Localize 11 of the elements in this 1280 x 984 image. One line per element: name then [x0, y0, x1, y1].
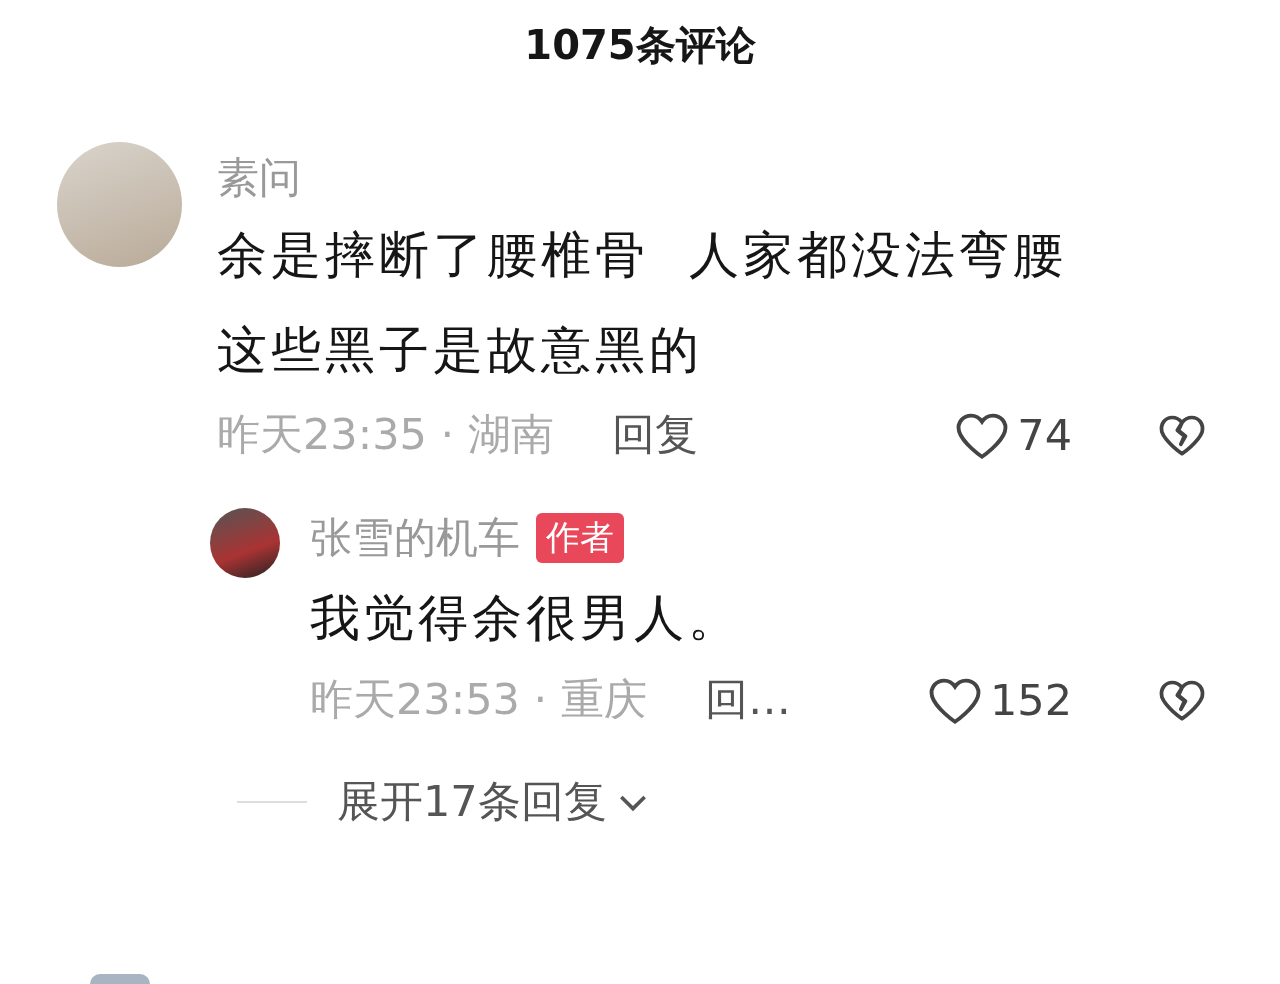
reply-time-location: 昨天23:53 · 重庆 [310, 673, 647, 726]
comment-time-location: 昨天23:35 · 湖南 [217, 408, 554, 461]
expand-replies-button[interactable]: 展开17条回复 [337, 773, 653, 831]
reply-text: 我觉得余很男人。 [310, 588, 743, 649]
like-count: 152 [989, 675, 1072, 725]
reply-button[interactable]: 回复 [611, 406, 698, 464]
comment-count-title: 1075条评论 [523, 21, 757, 70]
comment-text: 余是摔断了腰椎骨 人家都没法弯腰这些黑子是故意黑的 [217, 225, 1068, 381]
like-count: 74 [1017, 410, 1072, 460]
author-badge: 作者 [536, 513, 624, 563]
reply-button[interactable]: 回… [704, 671, 791, 729]
